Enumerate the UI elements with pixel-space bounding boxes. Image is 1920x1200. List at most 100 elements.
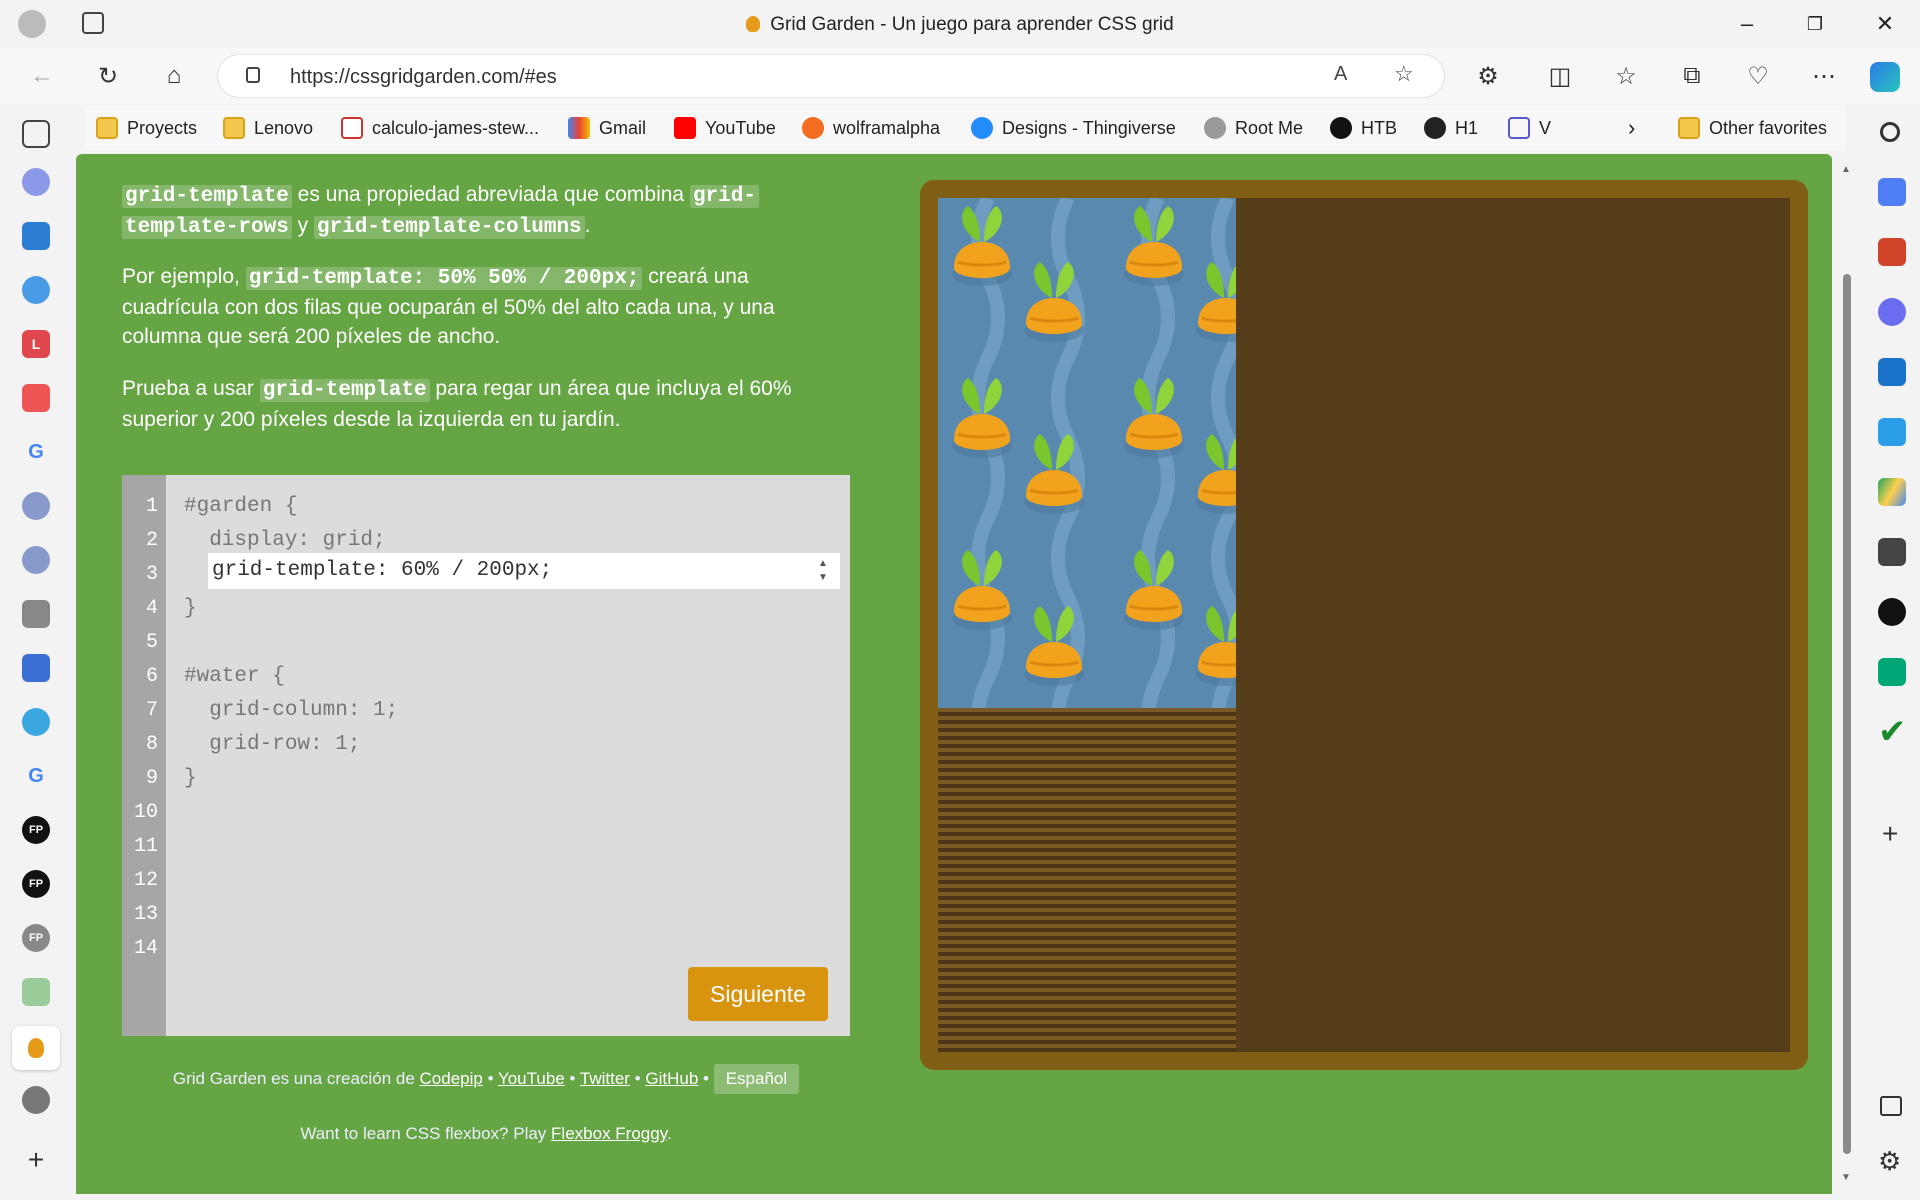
favorite-proyects[interactable]: Proyects xyxy=(96,106,197,150)
more-favorites-chevron-icon[interactable]: › xyxy=(1628,106,1635,150)
favorite-wolframalpha[interactable]: wolframalpha xyxy=(802,106,940,150)
favorite-youtube[interactable]: YouTube xyxy=(674,106,776,150)
copilot-icon[interactable] xyxy=(1870,62,1900,92)
checkmark-icon[interactable]: ✔ xyxy=(1878,712,1907,752)
flexbox-froggy-link[interactable]: Flexbox Froggy xyxy=(551,1124,667,1143)
copilot-app-icon[interactable] xyxy=(1878,298,1906,326)
close-window-button[interactable]: ✕ xyxy=(1858,0,1912,48)
toolbox-icon[interactable] xyxy=(1878,238,1906,266)
tab-icon[interactable]: L xyxy=(22,330,50,358)
scroll-up-icon[interactable]: ▲ xyxy=(1841,164,1851,175)
collections-icon[interactable]: ⧉ xyxy=(1672,56,1712,96)
back-button[interactable]: ← xyxy=(22,56,62,96)
address-bar[interactable]: https://cssgridgarden.com/#es A ☆ xyxy=(218,55,1444,97)
refresh-button[interactable]: ↻ xyxy=(88,56,128,96)
next-button[interactable]: Siguiente xyxy=(688,967,828,1021)
credit-text: Grid Garden es una creación de xyxy=(172,1069,415,1088)
favorite-calculo[interactable]: calculo-james-stew... xyxy=(341,106,539,150)
settings-gear-icon[interactable]: ⚙ xyxy=(1878,1146,1901,1177)
add-sidebar-app-icon[interactable]: + xyxy=(1882,818,1898,850)
tab-icon[interactable] xyxy=(22,492,50,520)
tab-icon[interactable] xyxy=(22,978,50,1006)
split-screen-icon[interactable]: ◫ xyxy=(1540,56,1580,96)
lock-icon[interactable] xyxy=(246,67,260,83)
htb-icon xyxy=(1330,117,1352,139)
dice-icon[interactable] xyxy=(1878,538,1906,566)
carrot xyxy=(1022,430,1086,520)
url-text[interactable]: https://cssgridgarden.com/#es xyxy=(290,66,557,89)
other-favorites-label: Other favorites xyxy=(1709,117,1828,138)
tab-icon[interactable]: FP xyxy=(22,816,50,844)
send-icon[interactable] xyxy=(1878,418,1906,446)
favorite-label: Proyects xyxy=(127,117,198,138)
tab-icon[interactable] xyxy=(22,708,50,736)
extensions-icon[interactable]: ⚙ xyxy=(1468,56,1508,96)
meet-icon[interactable] xyxy=(1878,658,1906,686)
drive-icon[interactable] xyxy=(1878,478,1906,506)
tab-icon[interactable] xyxy=(22,222,50,250)
instruction-text: . xyxy=(584,214,591,237)
favorites-icon[interactable]: ☆ xyxy=(1606,56,1646,96)
page-scrollbar[interactable]: ▲ ▼ xyxy=(1836,154,1858,1194)
window-title: Grid Garden - Un juego para aprender CSS… xyxy=(0,14,1920,36)
scrollbar-thumb[interactable] xyxy=(1843,274,1851,1154)
tab-icon[interactable]: G xyxy=(22,762,50,790)
favorite-h1[interactable]: H1 xyxy=(1424,106,1478,150)
new-tab-icon[interactable]: + xyxy=(22,1144,50,1175)
favorite-rootme[interactable]: Root Me xyxy=(1204,106,1303,150)
separator: • xyxy=(634,1069,641,1088)
more-menu-icon[interactable]: ⋯ xyxy=(1804,56,1844,96)
tab-icon[interactable]: FP xyxy=(22,870,50,898)
edge-sidebar: ✔ + ⚙ xyxy=(1864,106,1920,1200)
input-scroll-arrows-icon[interactable]: ▲ ▼ xyxy=(818,557,828,585)
pdf-icon xyxy=(341,117,363,139)
favorites-bar: Proyects Lenovo calculo-james-stew... Gm… xyxy=(86,106,1846,150)
rootme-icon xyxy=(1204,117,1226,139)
instruction-text: para regar un área que incluya el 60% xyxy=(429,377,792,400)
tab-icon[interactable] xyxy=(22,384,50,412)
favorite-htb[interactable]: HTB xyxy=(1330,106,1397,150)
browser-essentials-icon[interactable]: ♡ xyxy=(1738,56,1778,96)
youtube-link[interactable]: YouTube xyxy=(498,1069,565,1088)
codepip-link[interactable]: Codepip xyxy=(420,1069,483,1088)
tab-icon[interactable]: G xyxy=(22,438,50,466)
chatgpt-icon[interactable] xyxy=(1878,598,1906,626)
tab-icon[interactable] xyxy=(22,600,50,628)
scroll-down-icon[interactable]: ▼ xyxy=(1841,1172,1851,1183)
code-line: } xyxy=(184,767,197,790)
read-aloud-icon[interactable]: A xyxy=(1334,63,1347,86)
tab-icon[interactable] xyxy=(22,168,50,196)
active-tab-icon[interactable] xyxy=(12,1026,60,1070)
home-button[interactable]: ⌂ xyxy=(154,56,194,96)
instruction-text: es una propiedad abreviada que combina xyxy=(291,183,690,206)
instruction-paragraph-1: grid-template es una propiedad abreviada… xyxy=(122,180,822,242)
favorite-label: Lenovo xyxy=(254,117,314,138)
favorite-lenovo[interactable]: Lenovo xyxy=(223,106,313,150)
tab-icon[interactable] xyxy=(22,276,50,304)
garden-soil xyxy=(938,198,1790,1052)
tag-icon[interactable] xyxy=(1878,178,1906,206)
search-icon[interactable] xyxy=(1880,122,1900,142)
tab-actions-icon[interactable] xyxy=(22,120,50,148)
tab-icon[interactable] xyxy=(22,546,50,574)
carrot xyxy=(950,202,1014,292)
tab-icon[interactable]: FP xyxy=(22,924,50,952)
favorite-label: Root Me xyxy=(1235,117,1304,138)
favorite-thingiverse[interactable]: Designs - Thingiverse xyxy=(971,106,1176,150)
minimize-button[interactable]: – xyxy=(1720,0,1774,48)
twitter-link[interactable]: Twitter xyxy=(580,1069,630,1088)
restore-button[interactable]: ❐ xyxy=(1788,0,1842,48)
css-code-input[interactable] xyxy=(208,553,840,589)
outlook-icon[interactable] xyxy=(1878,358,1906,386)
github-icon[interactable] xyxy=(22,1086,50,1114)
tab-icon[interactable] xyxy=(22,654,50,682)
favorite-gmail[interactable]: Gmail xyxy=(568,106,646,150)
hide-sidebar-icon[interactable] xyxy=(1880,1096,1902,1116)
github-link[interactable]: GitHub xyxy=(645,1069,698,1088)
favorite-star-icon[interactable]: ☆ xyxy=(1394,61,1414,87)
language-selector[interactable]: Español xyxy=(713,1064,800,1094)
code-term: grid- xyxy=(689,185,759,208)
window-title-text: Grid Garden - Un juego para aprender CSS… xyxy=(770,14,1174,35)
other-favorites[interactable]: Other favorites xyxy=(1678,106,1827,150)
favorite-v[interactable]: V xyxy=(1508,106,1551,150)
